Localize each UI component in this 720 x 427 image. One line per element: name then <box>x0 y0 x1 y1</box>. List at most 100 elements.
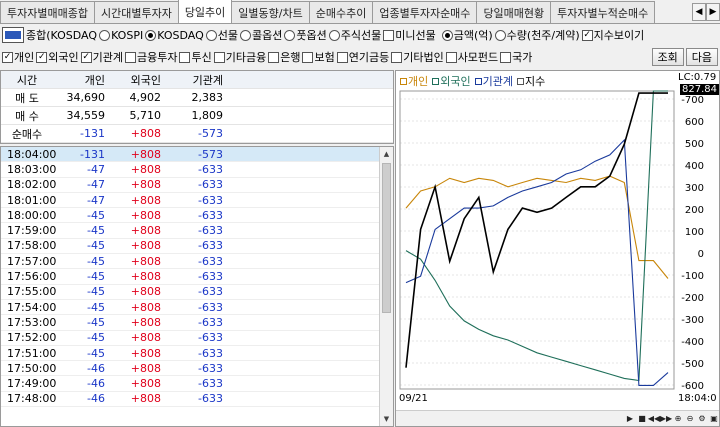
radio-put[interactable]: 풋옵션 <box>284 27 327 43</box>
tab-sector-net-buy[interactable]: 업종별투자자순매수 <box>372 1 478 23</box>
time-cell: 17:50:00 <box>7 361 57 375</box>
query-button[interactable]: 조회 <box>651 48 684 66</box>
cell: 1,809 <box>191 109 224 122</box>
list-item[interactable]: 18:00:00 -45 +808 -633 <box>1 208 393 224</box>
summary-row-buy: 매 수 34,559 5,710 1,809 <box>1 107 393 125</box>
radio-kospi[interactable]: KOSPI <box>99 29 143 42</box>
value-cell: +808 <box>130 162 161 176</box>
list-item[interactable]: 17:59:00 -45 +808 -633 <box>1 223 393 239</box>
list-item[interactable]: 18:01:00 -47 +808 -633 <box>1 193 393 209</box>
filter-institution[interactable]: ✓ 기관계 <box>80 49 123 65</box>
value-cell: -633 <box>198 392 223 406</box>
filter-private-fund[interactable]: 사모펀드 <box>445 49 498 65</box>
list-item[interactable]: 17:57:00 -45 +808 -633 <box>1 254 393 270</box>
list-item[interactable]: 17:53:00 -45 +808 -633 <box>1 315 393 331</box>
filter-other-finance[interactable]: 기타금융 <box>213 49 266 65</box>
list-item[interactable]: 18:04:00 -131 +808 -573 <box>1 147 393 163</box>
value-cell: -45 <box>87 315 105 329</box>
radio-amount[interactable]: 금액(억) <box>441 27 493 43</box>
y-tick-label: 100 <box>685 227 704 238</box>
filter-insurance[interactable]: 보험 <box>302 49 335 65</box>
fit-icon[interactable]: ▣ <box>709 413 719 425</box>
value-cell: -633 <box>198 239 223 253</box>
tab-daily-trading[interactable]: 당일매매현황 <box>476 1 552 23</box>
cell: 4,902 <box>129 91 162 104</box>
value-cell: -633 <box>198 331 223 345</box>
list-item[interactable]: 18:02:00 -47 +808 -633 <box>1 178 393 193</box>
tab-net-buy-trend[interactable]: 순매수추이 <box>308 1 374 23</box>
cell: 5,710 <box>129 109 162 122</box>
filter-pension[interactable]: 연기금등 <box>336 49 389 65</box>
summary-row-sell: 매 도 34,690 4,902 2,383 <box>1 89 393 107</box>
trend-chart[interactable]: 개인 외국인 기관계 지수 -700 600 500 400 300 200 100 0 -10… <box>395 70 720 427</box>
play-icon[interactable]: ▶ <box>625 413 635 425</box>
list-item[interactable]: 17:50:00 -46 +808 -633 <box>1 361 393 377</box>
checkbox-mini-futures[interactable]: 미니선물 <box>383 27 436 43</box>
radio-stock-futures[interactable]: 주식선물 <box>328 27 381 43</box>
tab-prev-icon[interactable]: ◀ <box>692 3 706 21</box>
filter-trust[interactable]: 투신 <box>179 49 212 65</box>
list-item[interactable]: 18:03:00 -47 +808 -633 <box>1 162 393 178</box>
filter-bank[interactable]: 은행 <box>268 49 300 65</box>
radio-kosdaq[interactable]: KOSDAQ <box>145 29 204 42</box>
list-item[interactable]: 17:54:00 -45 +808 -633 <box>1 300 393 316</box>
tab-investor-summary[interactable]: 투자자별매매종합 <box>0 1 95 23</box>
rewind-icon[interactable]: ◀◀ <box>648 413 660 425</box>
tab-next-icon[interactable]: ▶ <box>706 3 720 21</box>
time-cell: 17:49:00 <box>7 377 57 391</box>
list-scrollbar[interactable]: ▲ ▼ <box>379 147 393 426</box>
y-tick-label: -600 <box>681 381 704 392</box>
settings-icon[interactable]: ⚙ <box>697 413 707 425</box>
tab-time-investor[interactable]: 시간대별투자자 <box>93 1 179 23</box>
value-cell: -47 <box>87 193 105 207</box>
time-cell: 17:57:00 <box>7 254 57 268</box>
radio-futures[interactable]: 선물 <box>205 27 238 43</box>
forward-icon[interactable]: ▶▶ <box>660 413 672 425</box>
filter-foreign[interactable]: ✓ 외국인 <box>36 49 79 65</box>
list-item[interactable]: 17:55:00 -45 +808 -633 <box>1 285 393 300</box>
value-cell: -633 <box>198 193 223 207</box>
chart-canvas: -700 600 500 400 300 200 100 0 -100 -200 -300 -400 -… <box>399 90 704 392</box>
list-item[interactable]: 17:49:00 -46 +808 -633 <box>1 376 393 392</box>
time-cell: 18:00:00 <box>7 208 57 222</box>
list-item[interactable]: 17:48:00 -46 +808 -633 <box>1 392 393 408</box>
value-cell: -633 <box>198 162 223 176</box>
time-cell: 17:54:00 <box>7 300 57 314</box>
chart-toolbar: ▶ ■ ◀◀ ▶▶ ⊕ ⊖ ⚙ ▣ <box>396 410 719 426</box>
filter-individual[interactable]: ✓ 개인 <box>2 49 34 65</box>
time-cell: 18:01:00 <box>7 193 57 207</box>
tab-daily-chart[interactable]: 일별동향/차트 <box>231 1 310 23</box>
time-series-list[interactable]: 18:04:00 -131 +808 -573 18:03:00 -47 +808 -633 1… <box>0 146 394 427</box>
filter-other-corp[interactable]: 기타법인 <box>391 49 444 65</box>
stop-icon[interactable]: ■ <box>637 413 647 425</box>
header-individual: 개인 <box>84 73 105 87</box>
filter-financial-invest[interactable]: 금융투자 <box>125 49 177 65</box>
market-icon[interactable] <box>2 27 24 43</box>
list-item[interactable]: 17:56:00 -45 +808 -633 <box>1 269 393 285</box>
checkbox-index-view[interactable]: ✓ 지수보이기 <box>581 27 644 43</box>
zoom-out-icon[interactable]: ⊖ <box>685 413 695 425</box>
value-cell: -633 <box>198 285 223 299</box>
filter-nation[interactable]: 국가 <box>500 49 532 65</box>
tab-cumulative-net-buy[interactable]: 투자자별누적순매수 <box>550 1 656 23</box>
value-cell: -46 <box>87 377 105 391</box>
value-cell: +808 <box>130 346 161 360</box>
zoom-in-icon[interactable]: ⊕ <box>673 413 683 425</box>
scroll-thumb[interactable] <box>382 163 391 313</box>
value-cell: -45 <box>87 254 105 268</box>
list-item[interactable]: 17:58:00 -45 +808 -633 <box>1 239 393 255</box>
scroll-down-icon[interactable]: ▼ <box>380 412 393 426</box>
x-start-label: 09/21 <box>399 393 428 404</box>
market-select[interactable]: 종합(KOSDAQ <box>26 27 97 43</box>
scroll-up-icon[interactable]: ▲ <box>380 147 393 161</box>
value-cell: -633 <box>198 254 223 268</box>
header-foreign: 외국인 <box>130 73 161 87</box>
radio-call[interactable]: 콜옵션 <box>239 27 282 43</box>
list-item[interactable]: 17:52:00 -45 +808 -633 <box>1 331 393 346</box>
list-item[interactable]: 17:51:00 -45 +808 -633 <box>1 346 393 362</box>
tab-intraday-trend[interactable]: 당일추이 <box>177 0 233 23</box>
x-end-label: 18:04:0 <box>678 393 717 404</box>
y-tick-label: 400 <box>685 161 704 172</box>
radio-quantity[interactable]: 수량(천주/계약) <box>494 27 580 43</box>
next-button[interactable]: 다음 <box>685 48 718 66</box>
